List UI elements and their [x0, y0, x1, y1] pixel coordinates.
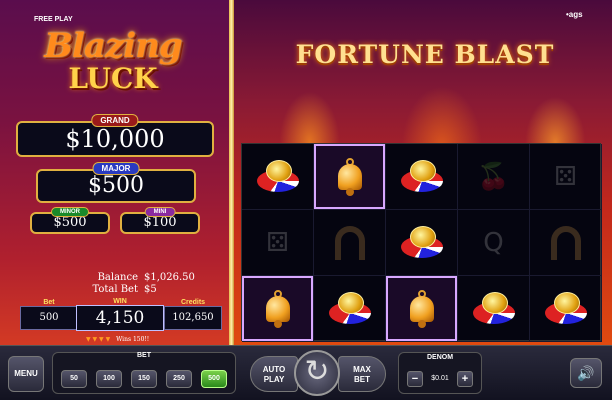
- reel-cell: [242, 144, 314, 210]
- poker-chips-icon: [256, 159, 299, 194]
- grand-amount: $10,000: [65, 125, 165, 153]
- bet-meter: Bet 500: [20, 299, 78, 330]
- denom-value: $0.01: [431, 375, 449, 382]
- bet-selector-label: BET: [137, 352, 151, 359]
- minor-jackpot: MINOR $500: [30, 207, 110, 234]
- control-bar: MENU BET 50 100 150 250 500 AUTO PLAY MAX BE…: [0, 345, 612, 400]
- reel-cell: ⚄: [530, 144, 602, 210]
- reel-cell: [458, 276, 530, 342]
- sound-button[interactable]: 🔊: [570, 358, 602, 388]
- denom-label: DENOM: [426, 354, 454, 361]
- win-message: ▼ ▼ ▼ ▼ Wins 150!!: [86, 336, 149, 343]
- free-play-label: FREE PLAY: [34, 16, 73, 23]
- bet-meter-value: 500: [39, 312, 59, 323]
- balance-stats: Balance $1,026.50 Total Bet $5: [82, 272, 195, 296]
- reel-cell: Q: [458, 210, 530, 276]
- auto-play-line2: PLAY: [263, 375, 285, 384]
- horseshoe-icon: [550, 225, 581, 260]
- max-bet-button[interactable]: MAX BET: [338, 356, 386, 392]
- total-bet-value: $5: [144, 284, 157, 295]
- bet-option-150[interactable]: 150: [131, 370, 157, 388]
- bet-option-100[interactable]: 100: [96, 370, 122, 388]
- major-label: MAJOR: [92, 162, 140, 175]
- reel-cell: [314, 144, 386, 210]
- credits-meter-value: 102,650: [172, 312, 214, 323]
- bell-icon: [407, 289, 437, 328]
- reel-cell: [314, 210, 386, 276]
- bet-option-500[interactable]: 500: [201, 370, 227, 388]
- minor-label: MINOR: [51, 207, 89, 217]
- game-title: FORTUNE BLAST: [295, 40, 555, 69]
- bet-option-50[interactable]: 50: [61, 370, 87, 388]
- win-meter-value: 4,150: [95, 308, 145, 328]
- denom-minus-button[interactable]: −: [407, 371, 423, 387]
- bell-icon: [263, 289, 293, 328]
- denom-plus-button[interactable]: +: [457, 371, 473, 387]
- win-meter-label: WIN: [113, 298, 127, 305]
- menu-button[interactable]: MENU: [8, 356, 44, 392]
- poker-chips-icon: [400, 225, 443, 260]
- reel-cell: [386, 276, 458, 342]
- win-arrows-icon: ▼ ▼ ▼ ▼: [86, 336, 111, 343]
- major-amount: $500: [88, 173, 144, 198]
- grand-jackpot: GRAND $10,000: [16, 114, 214, 157]
- provider-logo: •ags: [566, 10, 583, 19]
- bet-selector: BET 50 100 150 250 500: [52, 352, 236, 394]
- dice-icon: ⚄: [266, 227, 289, 258]
- max-bet-line2: BET: [354, 375, 370, 384]
- reel-cell: ⚄: [242, 210, 314, 276]
- reel-cell: [242, 276, 314, 342]
- reel-cell: [386, 144, 458, 210]
- speaker-icon: 🔊: [577, 365, 595, 381]
- poker-chips-icon: [472, 291, 515, 326]
- cherry-icon: 🍒: [477, 161, 510, 192]
- win-message-text: Wins 150!!: [116, 336, 150, 343]
- letter-symbol: Q: [483, 227, 504, 258]
- poker-chips-icon: [400, 159, 443, 194]
- reel-cell: [530, 276, 602, 342]
- spin-button[interactable]: ↻: [294, 350, 340, 396]
- reel-cell: [314, 276, 386, 342]
- horseshoe-icon: [334, 225, 365, 260]
- mini-jackpot: MINI $100: [120, 207, 200, 234]
- dice-icon: ⚄: [554, 161, 577, 192]
- poker-chips-icon: [544, 291, 587, 326]
- spin-icon: ↻: [304, 354, 330, 389]
- balance-value: $1,026.50: [144, 272, 195, 283]
- credits-meter-label: Credits: [180, 299, 206, 306]
- reel-grid: 🍒 ⚄ ⚄ Q: [241, 143, 602, 342]
- reel-cell: 🍒: [458, 144, 530, 210]
- balance-label: Balance: [97, 272, 138, 283]
- grand-label: GRAND: [91, 114, 139, 127]
- poker-chips-icon: [328, 291, 371, 326]
- reel-cell: [530, 210, 602, 276]
- denom-selector: DENOM − $0.01 +: [398, 352, 482, 394]
- bet-meter-label: Bet: [43, 299, 55, 306]
- mini-label: MINI: [144, 207, 176, 217]
- logo-line2: LUCK: [68, 62, 158, 95]
- credits-meter: Credits 102,650: [164, 299, 222, 330]
- left-panel: FREE PLAY Blazing LUCK GRAND $10,000 MAJ…: [0, 0, 232, 345]
- reel-cell: [386, 210, 458, 276]
- logo-line1: Blazing: [44, 26, 182, 66]
- auto-play-button[interactable]: AUTO PLAY: [250, 356, 298, 392]
- blazing-luck-logo: Blazing LUCK: [38, 28, 188, 100]
- bell-icon: [335, 157, 365, 196]
- total-bet-label: Total Bet: [92, 284, 138, 295]
- win-meter: WIN 4,150: [76, 298, 164, 331]
- max-bet-line1: MAX: [353, 365, 371, 374]
- bet-option-250[interactable]: 250: [166, 370, 192, 388]
- major-jackpot: MAJOR $500: [36, 162, 196, 203]
- game-stage: FREE PLAY Blazing LUCK GRAND $10,000 MAJ…: [0, 0, 612, 345]
- auto-play-line1: AUTO: [262, 365, 286, 374]
